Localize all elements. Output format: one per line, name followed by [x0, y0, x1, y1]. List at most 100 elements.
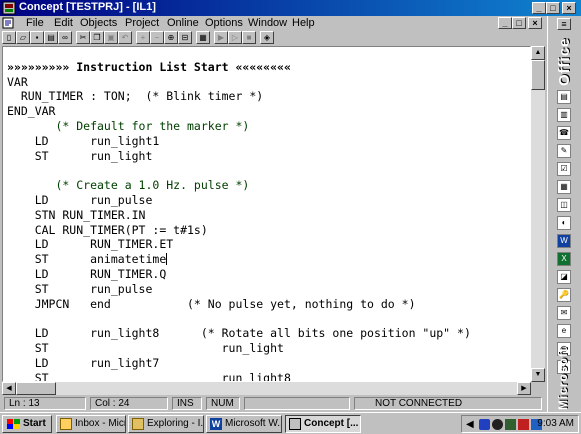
paste-icon[interactable]: ▣ [104, 31, 118, 44]
taskbar: Start Inbox - Micr... Exploring - I... W… [0, 412, 581, 434]
stop-icon[interactable]: ■ [242, 31, 256, 44]
scroll-left-icon[interactable]: ◀ [2, 382, 16, 395]
menu-help[interactable]: Help [292, 17, 315, 29]
code-line[interactable]: LD run_pulse [7, 193, 471, 208]
monitor-icon[interactable] [505, 419, 516, 430]
code-line[interactable]: VAR [7, 75, 471, 90]
grid-icon[interactable]: ▦ [196, 31, 210, 44]
code-line[interactable]: ST run_pulse [7, 282, 471, 297]
task-concept[interactable]: Concept [... [285, 415, 361, 433]
office-new-document-icon[interactable]: ▤ [557, 90, 571, 104]
document-icon[interactable] [2, 17, 14, 29]
menu-file[interactable]: File [26, 17, 44, 29]
run-icon[interactable]: ▷ [228, 31, 242, 44]
task-exploring[interactable]: Exploring - I... [128, 415, 204, 433]
print-icon[interactable]: ▤ [44, 31, 58, 44]
doc-restore-button[interactable]: □ [512, 17, 526, 29]
task-inbox-label: Inbox - Micr... [75, 418, 125, 429]
scroll-right-icon[interactable]: ▶ [517, 382, 531, 395]
office-binder-icon[interactable]: ◐ [557, 216, 571, 230]
clock[interactable]: 9:03 AM [537, 418, 574, 429]
code-line[interactable]: CAL RUN_TIMER(PT := t#1s) [7, 223, 471, 238]
code-line[interactable]: ST animatetime [7, 252, 471, 267]
task-inbox[interactable]: Inbox - Micr... [56, 415, 126, 433]
code-line[interactable]: LD RUN_TIMER.Q [7, 267, 471, 282]
maximize-button[interactable]: □ [546, 2, 560, 14]
scheduler-icon[interactable] [492, 419, 503, 430]
horizontal-scrollbar[interactable]: ◀ ▶ [2, 382, 531, 395]
zoom-in-icon[interactable]: + [136, 31, 150, 44]
office-open-document-icon[interactable]: ▥ [557, 108, 571, 122]
minimize-button[interactable]: _ [532, 2, 546, 14]
code-line[interactable]: (* Default for the marker *) [7, 119, 471, 134]
antivirus-icon[interactable] [518, 419, 529, 430]
code-line[interactable]: LD run_light7 [7, 356, 471, 371]
code-line[interactable]: ST run_light [7, 341, 471, 356]
doc-minimize-button[interactable]: _ [498, 17, 512, 29]
code-text[interactable]: »»»»»»»»» Instruction List Start «««««««… [7, 47, 471, 381]
status-num-lock: NUM [206, 397, 240, 410]
word-icon[interactable]: W [557, 234, 571, 248]
scroll-down-icon[interactable]: ▼ [531, 368, 545, 382]
menu-edit[interactable]: Edit [54, 17, 73, 29]
status-connection: NOT CONNECTED [354, 397, 542, 410]
office-appointment-icon[interactable]: ▦ [557, 180, 571, 194]
officebar-control-icon[interactable]: ≡ [557, 18, 571, 30]
zoom-icon[interactable]: ⊕ [164, 31, 178, 44]
code-line[interactable]: ST run_light8 [7, 371, 471, 381]
code-line[interactable]: JMPCN end (* No pulse yet, nothing to do… [7, 297, 471, 312]
powerpoint-icon[interactable]: ◪ [557, 270, 571, 284]
vertical-scroll-thumb[interactable] [531, 60, 545, 90]
code-line[interactable]: LD run_light8 (* Rotate all bits one pos… [7, 326, 471, 341]
code-line[interactable]: RUN_TIMER : TON; (* Blink timer *) [7, 89, 471, 104]
vertical-scrollbar[interactable]: ▲ ▼ [531, 46, 545, 382]
binoculars-icon[interactable]: ∞ [58, 31, 72, 44]
animate-icon[interactable]: ◈ [260, 31, 274, 44]
close-button[interactable]: × [562, 2, 576, 14]
word-task-icon: W [210, 418, 222, 430]
scroll-up-icon[interactable]: ▲ [531, 46, 545, 60]
code-line[interactable] [7, 311, 471, 326]
horizontal-scroll-thumb[interactable] [16, 382, 56, 395]
office-journal-icon[interactable]: ◫ [557, 198, 571, 212]
outlook-icon[interactable]: ✉ [557, 306, 571, 320]
fit-window-icon[interactable]: ⊟ [178, 31, 192, 44]
office-note-icon[interactable]: ✎ [557, 144, 571, 158]
internet-explorer-icon[interactable]: e [557, 324, 571, 338]
code-header: »»»»»»»»» Instruction List Start «««««««… [7, 59, 291, 74]
menu-objects[interactable]: Objects [80, 17, 117, 29]
app-icon[interactable] [2, 1, 16, 15]
task-word[interactable]: W Microsoft W... [206, 415, 282, 433]
code-line[interactable]: END_VAR [7, 104, 471, 119]
open-file-icon[interactable]: ▱ [16, 31, 30, 44]
save-icon[interactable]: ▪ [30, 31, 44, 44]
code-line[interactable] [7, 163, 471, 178]
office-contact-icon[interactable]: ☎ [557, 126, 571, 140]
status-line: Ln : 13 [4, 397, 86, 410]
code-line[interactable]: STN RUN_TIMER.IN [7, 208, 471, 223]
menu-window[interactable]: Window [248, 17, 287, 29]
menu-online[interactable]: Online [167, 17, 199, 29]
menu-options[interactable]: Options [205, 17, 243, 29]
new-file-icon[interactable]: ▯ [2, 31, 16, 44]
zoom-out-icon[interactable]: − [150, 31, 164, 44]
excel-icon[interactable]: X [557, 252, 571, 266]
undo-icon[interactable]: ↶ [118, 31, 132, 44]
copy-icon[interactable]: ❐ [90, 31, 104, 44]
office-task-icon[interactable]: ☑ [557, 162, 571, 176]
window-title: Concept [TESTPRJ] - [IL1] [19, 1, 156, 13]
menu-project[interactable]: Project [125, 17, 159, 29]
code-line[interactable]: LD RUN_TIMER.ET [7, 237, 471, 252]
code-line[interactable]: LD run_light1 [7, 134, 471, 149]
cut-icon[interactable]: ✂ [76, 31, 90, 44]
speaker-icon[interactable]: ◀ [466, 419, 477, 430]
access-icon[interactable]: 🔑 [557, 288, 571, 302]
code-line[interactable]: (* Create a 1.0 Hz. pulse *) [7, 178, 471, 193]
step-icon[interactable]: ▶ [214, 31, 228, 44]
code-line[interactable]: ST run_light [7, 149, 471, 164]
start-button[interactable]: Start [2, 415, 52, 433]
instruction-list-editor[interactable]: »»»»»»»»» Instruction List Start «««««««… [2, 46, 531, 382]
title-bar[interactable]: Concept [TESTPRJ] - [IL1] _ □ × [0, 0, 581, 16]
doc-close-button[interactable]: × [528, 17, 542, 29]
network-icon[interactable] [479, 419, 490, 430]
